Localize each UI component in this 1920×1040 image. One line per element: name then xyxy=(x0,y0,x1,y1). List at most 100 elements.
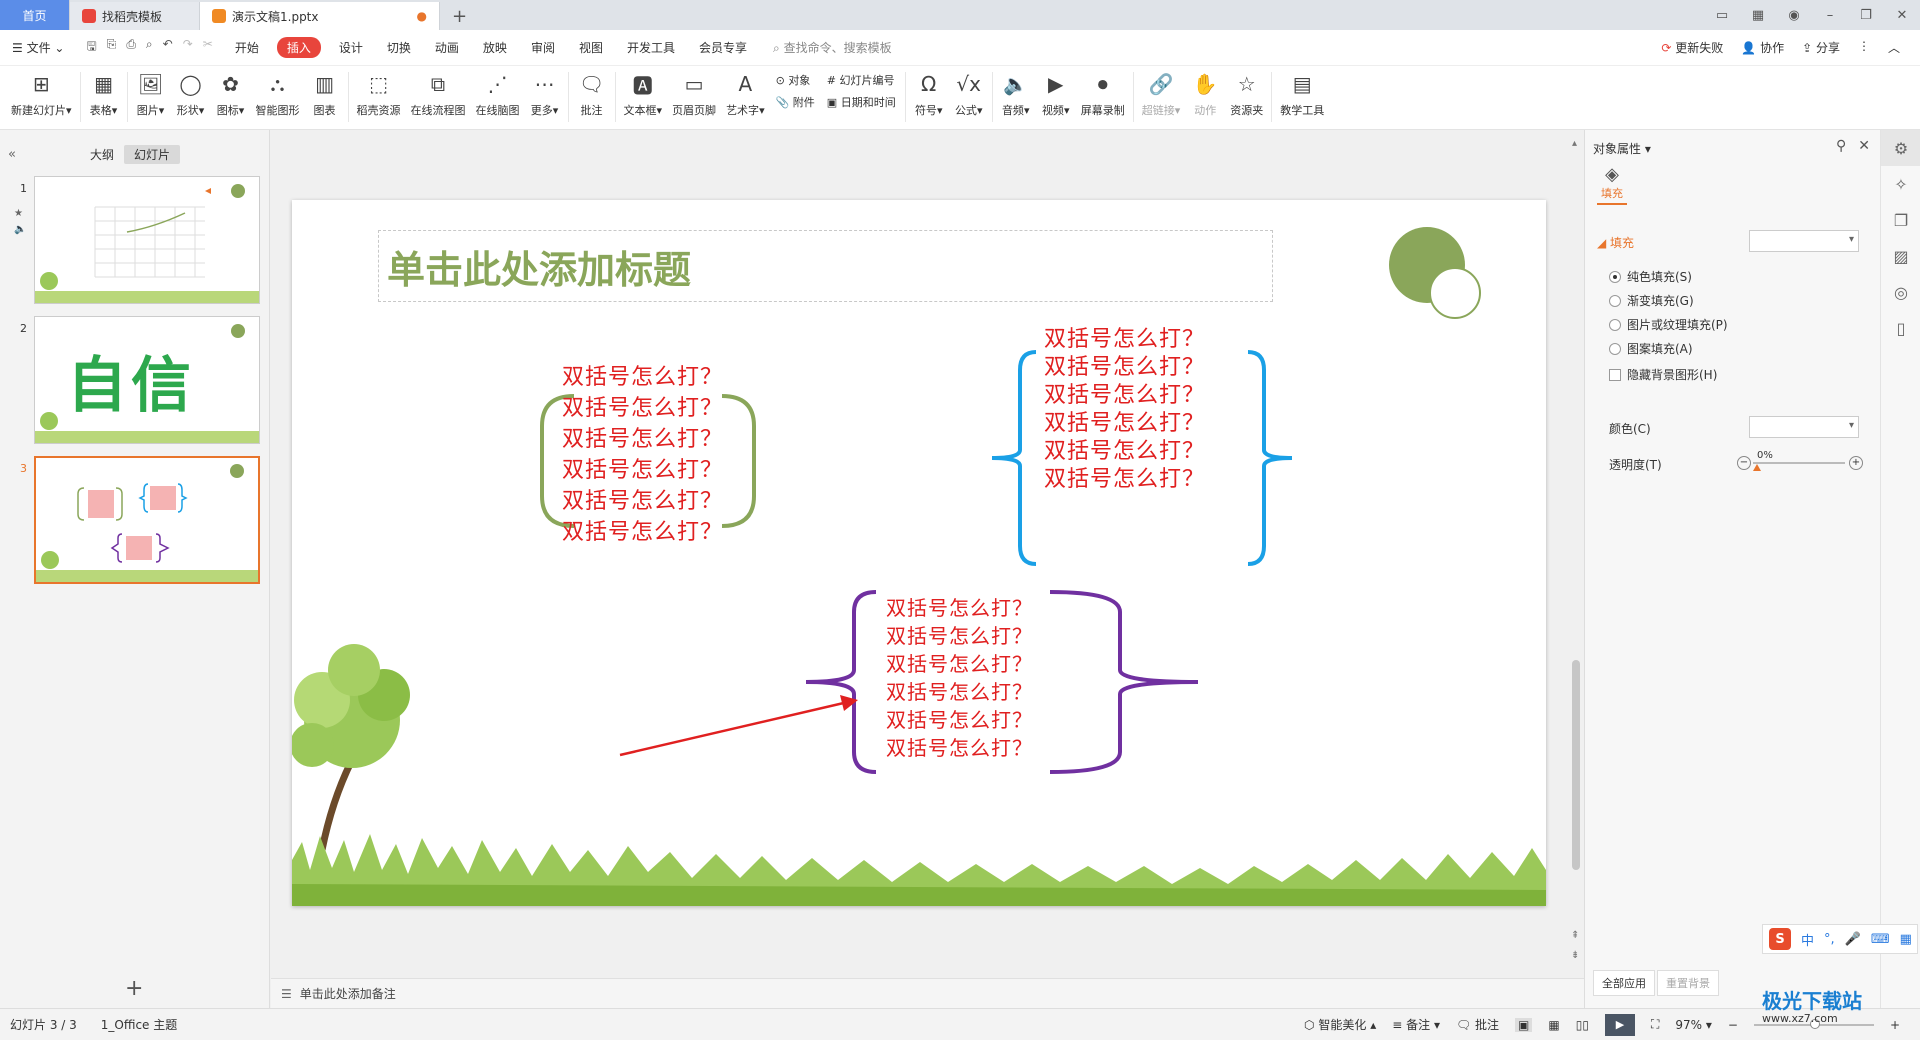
restore-button[interactable]: ❐ xyxy=(1848,8,1884,23)
collab-button[interactable]: 👤 协作 xyxy=(1741,39,1784,56)
smartart-button[interactable]: ⛬ 智能图形 xyxy=(251,66,305,118)
next-slide-icon[interactable]: ⇟ xyxy=(1571,950,1579,961)
green-text-block[interactable]: 双括号怎么打？ 双括号怎么打？ 双括号怎么打？ 双括号怎么打？ 双括号怎么打？ … xyxy=(562,362,723,548)
blue-text-block[interactable]: 双括号怎么打？ 双括号怎么打？ 双括号怎么打？ 双括号怎么打？ 双括号怎么打？ … xyxy=(1044,326,1205,494)
gradient-fill-option[interactable]: 渐变填充(G) xyxy=(1609,292,1694,309)
pattern-fill-option[interactable]: 图案填充(A) xyxy=(1609,340,1693,357)
format-painter-icon[interactable]: ✂ xyxy=(203,37,213,58)
comments-button[interactable]: 🗨 批注 xyxy=(1456,1016,1499,1033)
command-search[interactable]: ⌕ 查找命令、搜索模板 xyxy=(773,39,892,56)
preview-icon[interactable]: ⌕ xyxy=(146,37,153,58)
play-button[interactable]: ▶ xyxy=(1604,1013,1635,1036)
fill-tab[interactable]: ◈ 填充 xyxy=(1597,164,1627,205)
tab-template[interactable]: 找稻壳模板 xyxy=(70,2,200,30)
menu-developer[interactable]: 开发工具 xyxy=(615,39,687,56)
location-icon[interactable]: ◎ xyxy=(1881,274,1920,310)
scroll-thumb[interactable] xyxy=(1572,660,1580,870)
minimize-button[interactable]: – xyxy=(1812,8,1848,23)
hide-background-checkbox[interactable]: 隐藏背景图形(H) xyxy=(1609,366,1717,383)
tab-home[interactable]: 首页 xyxy=(0,0,70,30)
video-button[interactable]: ▶ 视频▾ xyxy=(1036,66,1076,118)
slider-thumb[interactable] xyxy=(1753,464,1761,471)
shape-button[interactable]: ◯ 形状▾ xyxy=(171,66,211,118)
vertical-scrollbar[interactable]: ▴ ⇞ ⇟ xyxy=(1568,130,1584,978)
add-slide-button[interactable]: + xyxy=(125,976,143,1001)
decrease-icon[interactable]: − xyxy=(1737,456,1751,470)
punctuation-icon[interactable]: °, xyxy=(1824,932,1835,947)
slide-thumbnail-3[interactable] xyxy=(34,456,260,584)
avatar[interactable]: ◉ xyxy=(1776,8,1812,23)
mindmap-button[interactable]: ⋰ 在线脑图 xyxy=(471,66,525,118)
increase-icon[interactable]: + xyxy=(1849,456,1863,470)
picture-button[interactable]: 🖼 图片▾ xyxy=(131,66,171,118)
flowchart-button[interactable]: ⧉ 在线流程图 xyxy=(406,66,471,118)
prev-slide-icon[interactable]: ⇞ xyxy=(1571,930,1579,941)
more-icon[interactable]: ⋮ xyxy=(1858,39,1870,56)
notes-bar[interactable]: ☰ 单击此处添加备注 xyxy=(271,978,1584,1008)
transparency-slider[interactable] xyxy=(1753,462,1845,464)
save-icon[interactable]: 🖫 xyxy=(86,37,96,58)
print-icon[interactable]: ⎙ xyxy=(126,37,136,58)
properties-icon[interactable]: ⚙ xyxy=(1881,130,1920,166)
animation-icon[interactable]: ✧ xyxy=(1881,166,1920,202)
slides-icon[interactable]: ❐ xyxy=(1881,202,1920,238)
microphone-icon[interactable]: 🎤 xyxy=(1845,932,1861,947)
purple-brace-right[interactable] xyxy=(1049,590,1199,774)
slide-thumbnail-2[interactable]: 自信 xyxy=(34,316,260,444)
layout-icon[interactable]: ▭ xyxy=(1704,8,1740,23)
zoom-level[interactable]: 97% ▾ xyxy=(1675,1018,1712,1032)
menu-design[interactable]: 设计 xyxy=(327,39,375,56)
notes-button[interactable]: ≡ 备注 ▾ xyxy=(1392,1016,1440,1033)
purple-brace-left[interactable] xyxy=(805,590,877,774)
theme-name[interactable]: 1_Office 主题 xyxy=(101,1016,177,1033)
action-button[interactable]: ✋ 动作 xyxy=(1185,66,1225,118)
undo-icon[interactable]: ↶ xyxy=(163,37,173,58)
hyperlink-button[interactable]: 🔗 超链接▾ xyxy=(1137,66,1186,118)
grid-icon[interactable]: ▦ xyxy=(1740,8,1776,23)
share-button[interactable]: ⇪ 分享 xyxy=(1802,39,1840,56)
book-icon[interactable]: ▯ xyxy=(1881,310,1920,346)
scroll-up-icon[interactable]: ▴ xyxy=(1572,138,1577,149)
table-button[interactable]: ▦ 表格▾ xyxy=(84,66,124,118)
sorter-view-icon[interactable]: ▦ xyxy=(1548,1018,1559,1032)
attachment-button[interactable]: 📎 附件 xyxy=(776,94,815,110)
textbox-button[interactable]: 🅰 文本框▾ xyxy=(619,66,668,118)
normal-view-icon[interactable]: ▣ xyxy=(1515,1017,1533,1032)
close-button[interactable]: ✕ xyxy=(1884,8,1920,23)
resource-folder-button[interactable]: ☆ 资源夹 xyxy=(1225,66,1268,118)
apply-all-button[interactable]: 全部应用 xyxy=(1593,970,1655,996)
datetime-button[interactable]: ▣ 日期和时间 xyxy=(827,94,896,110)
apps-icon[interactable]: ▦ xyxy=(1900,932,1912,947)
picture-tool-icon[interactable]: ▨ xyxy=(1881,238,1920,274)
slidenum-button[interactable]: # 幻灯片编号 xyxy=(827,72,896,88)
solid-fill-option[interactable]: 纯色填充(S) xyxy=(1609,268,1692,285)
wordart-button[interactable]: A 艺术字▾ xyxy=(721,66,770,118)
slide-canvas[interactable]: 单击此处添加标题 双括号怎么打？ 双括号怎么打？ 双括号怎么打？ 双括号怎么打？… xyxy=(292,200,1546,906)
menu-member[interactable]: 会员专享 xyxy=(687,39,759,56)
fill-section-header[interactable]: ◢ 填充 xyxy=(1597,234,1634,251)
tab-document[interactable]: 演示文稿1.pptx ● xyxy=(200,2,440,30)
tab-slides[interactable]: 幻灯片 xyxy=(124,144,181,164)
keyboard-icon[interactable]: ⌨ xyxy=(1871,932,1890,947)
zoom-out-icon[interactable]: − xyxy=(1728,1018,1738,1032)
purple-text-block[interactable]: 双括号怎么打？ 双括号怎么打？ 双括号怎么打？ 双括号怎么打？ 双括号怎么打？ … xyxy=(886,594,1033,762)
update-status[interactable]: ⟳ 更新失败 xyxy=(1661,39,1723,56)
reset-background-button[interactable]: 重置背景 xyxy=(1657,970,1719,996)
object-button[interactable]: ⊙ 对象 xyxy=(776,72,815,88)
new-slide-button[interactable]: ⊞ 新建幻灯片▾ xyxy=(6,66,77,118)
reading-view-icon[interactable]: ▯▯ xyxy=(1576,1018,1589,1032)
color-select[interactable] xyxy=(1749,416,1859,438)
menu-view[interactable]: 视图 xyxy=(567,39,615,56)
chevron-up-icon[interactable]: ︿ xyxy=(1888,39,1900,56)
menu-review[interactable]: 审阅 xyxy=(519,39,567,56)
menu-insert[interactable]: 插入 xyxy=(276,37,321,58)
comment-button[interactable]: 🗨 批注 xyxy=(572,66,612,118)
fit-window-icon[interactable]: ⛶ xyxy=(1651,1017,1659,1032)
ime-language[interactable]: 中 xyxy=(1801,930,1814,949)
more-button[interactable]: ⋯ 更多▾ xyxy=(525,66,565,118)
close-icon[interactable]: ✕ xyxy=(1858,138,1870,154)
redo-icon[interactable]: ↷ xyxy=(183,37,193,58)
screenrec-button[interactable]: ⏺ 屏幕录制 xyxy=(1076,66,1130,118)
audio-button[interactable]: 🔈 音频▾ xyxy=(996,66,1036,118)
collapse-panel-icon[interactable]: « xyxy=(8,147,16,162)
